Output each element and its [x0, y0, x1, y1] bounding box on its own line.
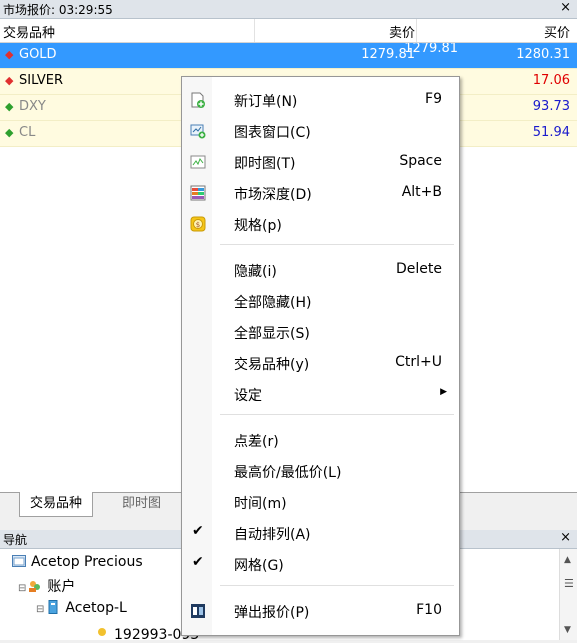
svg-text:$: $: [196, 221, 200, 229]
menu-item-shortcut: Delete: [396, 261, 442, 277]
arrow-down-icon: ◆: [5, 48, 14, 61]
context-menu: 新订单(N) F9 图表窗口(C) 即时图(T) Space 市场深度(D) A…: [181, 76, 460, 636]
tree-item-label: 账户: [47, 579, 76, 595]
menu-item-label: 设定: [234, 388, 262, 404]
specification-icon: $: [190, 216, 206, 232]
menu-item-label: 自动排列(A): [234, 527, 311, 543]
collapse-icon[interactable]: ⊟: [18, 583, 26, 594]
menu-item-shortcut: Alt+B: [401, 184, 442, 200]
server-icon: [48, 600, 58, 614]
menu-separator: [220, 244, 454, 245]
menu-item-label: 全部隐藏(H): [234, 295, 312, 311]
navigator-scrollbar[interactable]: ▲ ☰ ▼: [559, 549, 577, 640]
ask-price: 93.73: [532, 99, 570, 114]
account-icon: [98, 628, 106, 636]
menu-item-shortcut: Ctrl+U: [395, 354, 442, 370]
menu-item-shortcut: F9: [425, 91, 442, 107]
depth-of-market-icon: [190, 185, 206, 201]
bid-price: 1279.81: [404, 43, 458, 56]
tree-item[interactable]: ⊟ 账户: [18, 576, 75, 596]
scroll-down-icon[interactable]: ▼: [564, 625, 571, 635]
menu-item-new-order[interactable]: 新订单(N) F9: [182, 86, 459, 114]
menu-item-label: 网格(G): [234, 558, 284, 574]
tab-symbols[interactable]: 交易品种: [19, 492, 94, 517]
menu-item-shortcut: F10: [416, 602, 442, 618]
menu-item-specification[interactable]: $ 规格(p): [182, 210, 459, 238]
ask-price: 1280.31: [516, 47, 570, 62]
selected-row-bid-overlay: 1279.81: [181, 43, 458, 57]
market-watch-title: 市场报价: 03:29:55: [3, 3, 113, 17]
market-watch-header: 交易品种 卖价 买价: [0, 19, 577, 43]
tree-item[interactable]: Acetop Precious: [12, 554, 143, 570]
symbol-name: DXY: [19, 99, 46, 114]
menu-item-auto-arrange[interactable]: ✔ 自动排列(A): [182, 519, 459, 547]
menu-item-label: 图表窗口(C): [234, 125, 311, 141]
symbol-name: SILVER: [19, 73, 64, 88]
menu-item-label: 即时图(T): [234, 156, 296, 172]
menu-item-hide-all[interactable]: 全部隐藏(H): [182, 287, 459, 315]
menu-item-high-low[interactable]: 最高价/最低价(L): [182, 457, 459, 485]
tree-item[interactable]: ⊟ Acetop-L: [36, 600, 127, 616]
tab-tick-chart[interactable]: 即时图: [112, 492, 171, 516]
menu-item-depth-of-market[interactable]: 市场深度(D) Alt+B: [182, 179, 459, 207]
menu-item-label: 最高价/最低价(L): [234, 465, 342, 481]
arrow-down-icon: ◆: [5, 74, 14, 87]
navigator-title: 导航: [3, 533, 28, 547]
menu-item-label: 点差(r): [234, 434, 279, 450]
arrow-up-icon: ◆: [5, 100, 14, 113]
menu-item-label: 弹出报价(P): [234, 605, 310, 621]
new-order-icon: [191, 92, 205, 108]
column-header-ask[interactable]: 买价: [544, 22, 570, 41]
chart-window-icon: [190, 124, 206, 139]
menu-item-show-all[interactable]: 全部显示(S): [182, 318, 459, 346]
menu-item-spread[interactable]: 点差(r): [182, 426, 459, 454]
close-icon[interactable]: ×: [560, 0, 571, 15]
menu-item-grid[interactable]: ✔ 网格(G): [182, 550, 459, 578]
collapse-icon[interactable]: ⊟: [36, 604, 44, 615]
terminal-icon: [12, 555, 26, 567]
market-watch-titlebar: 市场报价: 03:29:55 ×: [0, 0, 577, 19]
menu-item-label: 市场深度(D): [234, 187, 312, 203]
menu-item-label: 交易品种(y): [234, 357, 310, 373]
column-header-bid[interactable]: 卖价: [389, 22, 415, 41]
menu-item-shortcut: Space: [399, 153, 442, 169]
popup-prices-icon: [191, 604, 205, 618]
column-header-symbol[interactable]: 交易品种: [3, 22, 55, 41]
menu-item-label: 时间(m): [234, 496, 287, 512]
tree-item-label: Acetop Precious: [31, 554, 143, 570]
menu-item-label: 新订单(N): [234, 94, 298, 110]
menu-item-symbols[interactable]: 交易品种(y) Ctrl+U: [182, 349, 459, 377]
checkmark-icon: ✔: [192, 554, 204, 570]
menu-item-hide[interactable]: 隐藏(i) Delete: [182, 256, 459, 284]
symbol-name: GOLD: [19, 47, 57, 62]
menu-item-label: 规格(p): [234, 218, 282, 234]
menu-item-label: 全部显示(S): [234, 326, 310, 342]
ask-price: 17.06: [532, 73, 570, 88]
accounts-icon: [29, 581, 41, 592]
symbol-name: CL: [19, 125, 36, 140]
scroll-thumb[interactable]: ☰: [564, 577, 574, 590]
close-icon[interactable]: ×: [560, 530, 571, 545]
tree-item-label: Acetop-L: [65, 600, 127, 616]
menu-item-tick-chart[interactable]: 即时图(T) Space: [182, 148, 459, 176]
scroll-up-icon[interactable]: ▲: [564, 555, 571, 565]
tick-chart-icon: [190, 155, 206, 169]
menu-separator: [220, 414, 454, 415]
menu-separator: [220, 585, 454, 586]
submenu-arrow-icon: ▶: [440, 387, 447, 397]
menu-item-popup-prices[interactable]: 弹出报价(P) F10: [182, 597, 459, 625]
menu-item-settings[interactable]: 设定 ▶: [182, 380, 459, 408]
checkmark-icon: ✔: [192, 523, 204, 539]
menu-item-time[interactable]: 时间(m): [182, 488, 459, 516]
arrow-up-icon: ◆: [5, 126, 14, 139]
menu-item-chart-window[interactable]: 图表窗口(C): [182, 117, 459, 145]
ask-price: 51.94: [532, 125, 570, 140]
menu-item-label: 隐藏(i): [234, 264, 277, 280]
